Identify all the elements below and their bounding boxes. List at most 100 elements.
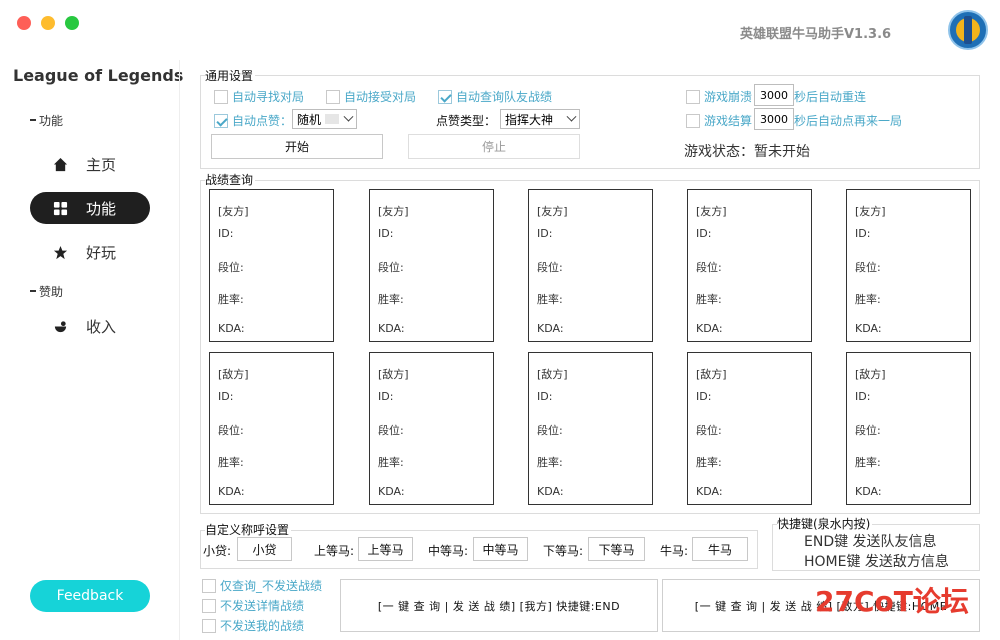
auto-like-checkbox[interactable]: 自动点赞： xyxy=(214,112,292,129)
card-winrate-label: 胜率: xyxy=(378,293,404,306)
card-rank-label: 段位: xyxy=(218,424,244,437)
hotkey-home-text: HOME键 发送敌方信息 xyxy=(804,554,949,570)
card-kda-label: KDA: xyxy=(218,322,245,335)
card-side-tag: [友方] xyxy=(855,205,886,218)
enemy-record-card-2: [敌方] ID: 段位: 胜率: KDA: xyxy=(369,352,494,505)
hotkey-end-text: END键 发送队友信息 xyxy=(804,534,937,550)
like-mode-select[interactable]: 随机 xyxy=(292,109,357,129)
brand-title: League of Legends xyxy=(13,66,184,85)
enemy-record-card-4: [敌方] ID: 段位: 胜率: KDA: xyxy=(687,352,812,505)
card-rank-label: 段位: xyxy=(537,424,563,437)
card-winrate-label: 胜率: xyxy=(696,293,722,306)
auto-find-match-checkbox[interactable]: 自动寻找对局 xyxy=(214,88,304,105)
enemy-record-card-1: [敌方] ID: 段位: 胜率: KDA: xyxy=(209,352,334,505)
card-winrate-label: 胜率: xyxy=(218,456,244,469)
card-side-tag: [友方] xyxy=(218,205,249,218)
card-side-tag: [友方] xyxy=(537,205,568,218)
close-window-button[interactable] xyxy=(17,16,31,30)
general-settings-title: 通用设置 xyxy=(205,67,256,84)
ally-record-card-5: [友方] ID: 段位: 胜率: KDA: xyxy=(846,189,971,342)
chevron-down-icon xyxy=(343,111,354,122)
league-logo-icon xyxy=(948,10,988,50)
card-rank-label: 段位: xyxy=(378,424,404,437)
sidebar-item-income[interactable]: 收入 xyxy=(30,310,150,342)
card-rank-label: 段位: xyxy=(378,261,404,274)
like-type-select[interactable]: 指挥大神 xyxy=(500,109,580,129)
game-status-text: 游戏状态：暂未开始 xyxy=(684,144,810,160)
card-id-label: ID: xyxy=(537,390,553,403)
card-side-tag: [敌方] xyxy=(537,368,568,381)
game-end-checkbox[interactable]: 游戏结算 xyxy=(686,112,752,129)
star-icon xyxy=(52,244,68,260)
card-kda-label: KDA: xyxy=(537,485,564,498)
like-type-label: 点赞类型： xyxy=(436,114,497,128)
card-side-tag: [敌方] xyxy=(696,368,727,381)
card-rank-label: 段位: xyxy=(696,424,722,437)
auto-accept-match-checkbox[interactable]: 自动接受对局 xyxy=(326,88,416,105)
card-id-label: ID: xyxy=(218,390,234,403)
chevron-down-icon xyxy=(566,111,577,122)
game-crash-checkbox[interactable]: 游戏崩溃 xyxy=(686,88,752,105)
nickname-input-middle[interactable]: 中等马 xyxy=(473,537,528,561)
minimize-window-button[interactable] xyxy=(41,16,55,30)
maximize-window-button[interactable] xyxy=(65,16,79,30)
ally-record-card-2: [友方] ID: 段位: 胜率: KDA: xyxy=(369,189,494,342)
card-kda-label: KDA: xyxy=(696,485,723,498)
home-icon xyxy=(52,156,68,172)
nickname-input-xiaodai[interactable]: 小贷 xyxy=(237,537,292,561)
card-rank-label: 段位: xyxy=(218,261,244,274)
card-winrate-label: 胜率: xyxy=(537,456,563,469)
forum-watermark: 27CoT论坛 xyxy=(815,585,969,618)
card-winrate-label: 胜率: xyxy=(378,456,404,469)
enemy-record-card-3: [敌方] ID: 段位: 胜率: KDA: xyxy=(528,352,653,505)
card-rank-label: 段位: xyxy=(537,261,563,274)
card-kda-label: KDA: xyxy=(855,485,882,498)
only-query-checkbox[interactable]: 仅查询_不发送战绩 xyxy=(202,577,322,594)
nickname-label: 中等马: xyxy=(428,544,469,558)
nickname-input-niuma[interactable]: 牛马 xyxy=(692,537,748,561)
card-id-label: ID: xyxy=(696,227,712,240)
coin-icon xyxy=(52,318,68,334)
nickname-label: 下等马: xyxy=(543,544,584,558)
crash-seconds-input[interactable]: 3000 xyxy=(754,84,794,106)
sidebar-item-label: 功能 xyxy=(86,199,117,218)
auto-query-team-checkbox[interactable]: 自动查询队友战绩 xyxy=(438,88,552,105)
card-rank-label: 段位: xyxy=(855,261,881,274)
card-id-label: ID: xyxy=(696,390,712,403)
card-side-tag: [友方] xyxy=(378,205,409,218)
sidebar-item-label: 主页 xyxy=(86,155,117,174)
card-winrate-label: 胜率: xyxy=(855,293,881,306)
card-rank-label: 段位: xyxy=(855,424,881,437)
records-title: 战绩查询 xyxy=(205,171,256,188)
card-id-label: ID: xyxy=(855,390,871,403)
no-detail-checkbox[interactable]: 不发送详情战绩 xyxy=(202,597,304,614)
nickname-title: 自定义称呼设置 xyxy=(205,521,292,538)
enemy-record-card-5: [敌方] ID: 段位: 胜率: KDA: xyxy=(846,352,971,505)
card-winrate-label: 胜率: xyxy=(696,456,722,469)
sidebar-group-feature: 功能 xyxy=(29,114,64,128)
stop-button[interactable]: 停止 xyxy=(408,134,580,159)
sidebar-item-label: 好玩 xyxy=(86,243,117,262)
sidebar-item-fun[interactable]: 好玩 xyxy=(30,236,150,268)
feedback-button[interactable]: Feedback xyxy=(30,580,150,612)
nickname-input-upper[interactable]: 上等马 xyxy=(358,537,413,561)
end-seconds-input[interactable]: 3000 xyxy=(754,108,794,130)
card-kda-label: KDA: xyxy=(378,485,405,498)
card-id-label: ID: xyxy=(218,227,234,240)
nickname-input-lower[interactable]: 下等马 xyxy=(588,537,645,561)
card-winrate-label: 胜率: xyxy=(537,293,563,306)
sidebar-item-home[interactable]: 主页 xyxy=(30,148,150,180)
sidebar-group-sponsor: 赞助 xyxy=(29,285,64,299)
sidebar-item-features[interactable]: 功能 xyxy=(30,192,150,224)
query-ally-button[interactable]: [一 键 查 询 | 发 送 战 绩] [我方] 快捷键:END xyxy=(340,579,658,632)
ally-record-card-4: [友方] ID: 段位: 胜率: KDA: xyxy=(687,189,812,342)
nickname-label: 牛马: xyxy=(660,544,689,558)
start-button[interactable]: 开始 xyxy=(211,134,383,159)
nickname-label: 小贷: xyxy=(203,544,232,558)
app-title: 英雄联盟牛马助手V1.3.6 xyxy=(740,27,892,42)
card-kda-label: KDA: xyxy=(855,322,882,335)
nickname-label: 上等马: xyxy=(314,544,355,558)
card-side-tag: [友方] xyxy=(696,205,727,218)
end-suffix-label: 秒后自动点再来一局 xyxy=(794,114,903,128)
no-mine-checkbox[interactable]: 不发送我的战绩 xyxy=(202,617,304,634)
